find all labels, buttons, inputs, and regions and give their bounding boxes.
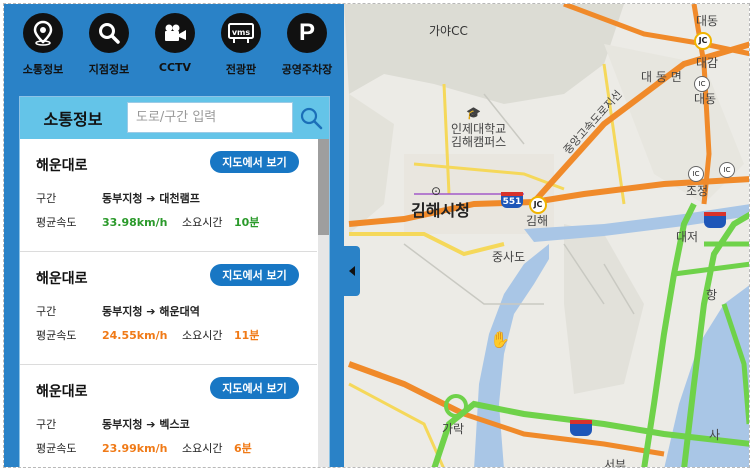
travel-time: 6분: [234, 442, 252, 455]
map-label-daedong-top: 대동: [696, 14, 719, 28]
map-label-daedong-small: 대동: [694, 92, 717, 106]
section-route: 동부지청 ➔ 대천램프: [102, 192, 200, 205]
junction-icon: JC: [529, 196, 547, 214]
map-label-sa: 사: [709, 428, 721, 442]
map-label-seobu: 서부: [604, 458, 627, 468]
route-551-shield-icon: 551: [501, 192, 523, 208]
tab-cctv[interactable]: CCTV: [142, 4, 208, 90]
interchange-icon: IC: [688, 166, 704, 182]
interchange-icon: IC: [719, 162, 735, 178]
map-label-daehang: 항: [706, 288, 718, 302]
map-label-gimhae-city-hall: 김해시청: [411, 201, 470, 220]
view-on-map-button[interactable]: 지도에서 보기: [210, 264, 299, 286]
tab-label: 소통정보: [22, 63, 64, 76]
traffic-info-panel: 소통정보 해운대로 지도에서 보기 구간 동부지청 ➔ 대천램프 평균속도 33…: [19, 96, 330, 467]
highway-shield-icon: [704, 212, 726, 228]
average-speed: 24.55km/h: [102, 328, 168, 342]
tab-label: CCTV: [158, 61, 192, 74]
speed-label: 평균속도: [36, 216, 77, 229]
map-label-gaya-cc: 가야CC: [429, 24, 468, 38]
highway-shield-icon: [570, 420, 592, 436]
time-label: 소요시간: [182, 442, 223, 455]
tab-point-info[interactable]: 지점정보: [76, 4, 142, 90]
parking-icon: P: [287, 13, 327, 53]
map-label-jungsado: 중사도: [492, 250, 526, 264]
interchange-icon: IC: [694, 76, 710, 92]
tab-public-parking[interactable]: P 공영주차장: [274, 4, 340, 90]
average-speed: 33.98km/h: [102, 215, 168, 229]
search-icon: [300, 107, 322, 129]
search-icon: [89, 13, 129, 53]
tab-traffic-info[interactable]: 소통정보: [10, 4, 76, 90]
city-hall-marker-icon: ⊙: [431, 184, 442, 198]
road-search-input[interactable]: [127, 102, 293, 133]
section-label: 구간: [36, 192, 57, 205]
map-label-daedong-myeon: 대 동 면: [641, 70, 682, 84]
scrollbar-thumb[interactable]: [318, 139, 329, 235]
section-label: 구간: [36, 418, 57, 431]
location-pin-icon: [23, 13, 63, 53]
tab-label: 지점정보: [88, 63, 130, 76]
list-item: 해운대로 지도에서 보기 구간 동부지청 ➔ 해운대역 평균속도 24.55km…: [20, 252, 317, 365]
speed-row: 평균속도 23.99km/h 소요시간 6분: [36, 440, 252, 456]
map-label-daegam: 대감: [696, 56, 719, 70]
tab-label: 전광판: [225, 63, 257, 76]
map-label-gimhae: 김해: [526, 214, 549, 228]
list-item: 해운대로 지도에서 보기 구간 동부지청 ➔ 대천램프 평균속도 33.98km…: [20, 139, 317, 252]
top-tab-bar: 소통정보 지점정보 CCTV vms 전광판 P 공영주차장: [4, 4, 344, 90]
travel-time: 10분: [234, 216, 260, 229]
view-on-map-button[interactable]: 지도에서 보기: [210, 151, 299, 173]
section-row: 구간 동부지청 ➔ 대천램프: [36, 190, 200, 206]
section-route: 동부지청 ➔ 벡스코: [102, 418, 190, 431]
vms-sign-icon: vms: [221, 13, 261, 53]
traffic-list: 해운대로 지도에서 보기 구간 동부지청 ➔ 대천램프 평균속도 33.98km…: [20, 139, 317, 467]
section-row: 구간 동부지청 ➔ 해운대역: [36, 303, 200, 319]
map-label-gimhae-campus: 김해캠퍼스: [451, 135, 507, 149]
view-on-map-button[interactable]: 지도에서 보기: [210, 377, 299, 399]
average-speed: 23.99km/h: [102, 441, 168, 455]
hand-cursor-icon: ✋: [490, 330, 510, 349]
travel-time: 11분: [234, 329, 260, 342]
tab-label: 공영주차장: [281, 63, 333, 76]
chevron-left-icon: [349, 266, 355, 276]
tab-vms[interactable]: vms 전광판: [208, 4, 274, 90]
section-label: 구간: [36, 305, 57, 318]
junction-icon: JC: [694, 32, 712, 50]
map-label-jojeong: 조정: [686, 184, 709, 198]
road-name: 해운대로: [36, 384, 88, 400]
time-label: 소요시간: [182, 329, 223, 342]
map-label-gorak: 가락: [442, 422, 465, 436]
sidebar-panel: 소통정보 지점정보 CCTV vms 전광판 P 공영주차장 소통정보 도로/구…: [4, 4, 344, 467]
section-row: 구간 동부지청 ➔ 벡스코: [36, 416, 190, 432]
road-name: 해운대로: [36, 158, 88, 174]
speed-label: 평균속도: [36, 329, 77, 342]
university-icon: 🎓: [466, 106, 481, 120]
panel-title: 소통정보: [43, 110, 103, 129]
map-label-daejeo: 대저: [676, 230, 699, 244]
parking-letter: P: [298, 19, 315, 46]
app-frame: 가야CC 대동 대감 대동 대 동 면 인제대학교 김해캠퍼스 김해시청 김해 …: [3, 3, 750, 468]
panel-collapse-button[interactable]: [344, 246, 360, 296]
section-route: 동부지청 ➔ 해운대역: [102, 305, 200, 318]
list-scrollbar[interactable]: [318, 139, 329, 467]
search-button[interactable]: [295, 102, 326, 133]
speed-row: 평균속도 24.55km/h 소요시간 11분: [36, 327, 259, 343]
road-name: 해운대로: [36, 271, 88, 287]
list-item: 해운대로 지도에서 보기 구간 동부지청 ➔ 벡스코 평균속도 23.99km/…: [20, 365, 317, 467]
speed-label: 평균속도: [36, 442, 77, 455]
speed-row: 평균속도 33.98km/h 소요시간 10분: [36, 214, 259, 230]
video-camera-icon: [155, 13, 195, 53]
vms-sign-text: vms: [232, 28, 251, 37]
time-label: 소요시간: [182, 216, 223, 229]
